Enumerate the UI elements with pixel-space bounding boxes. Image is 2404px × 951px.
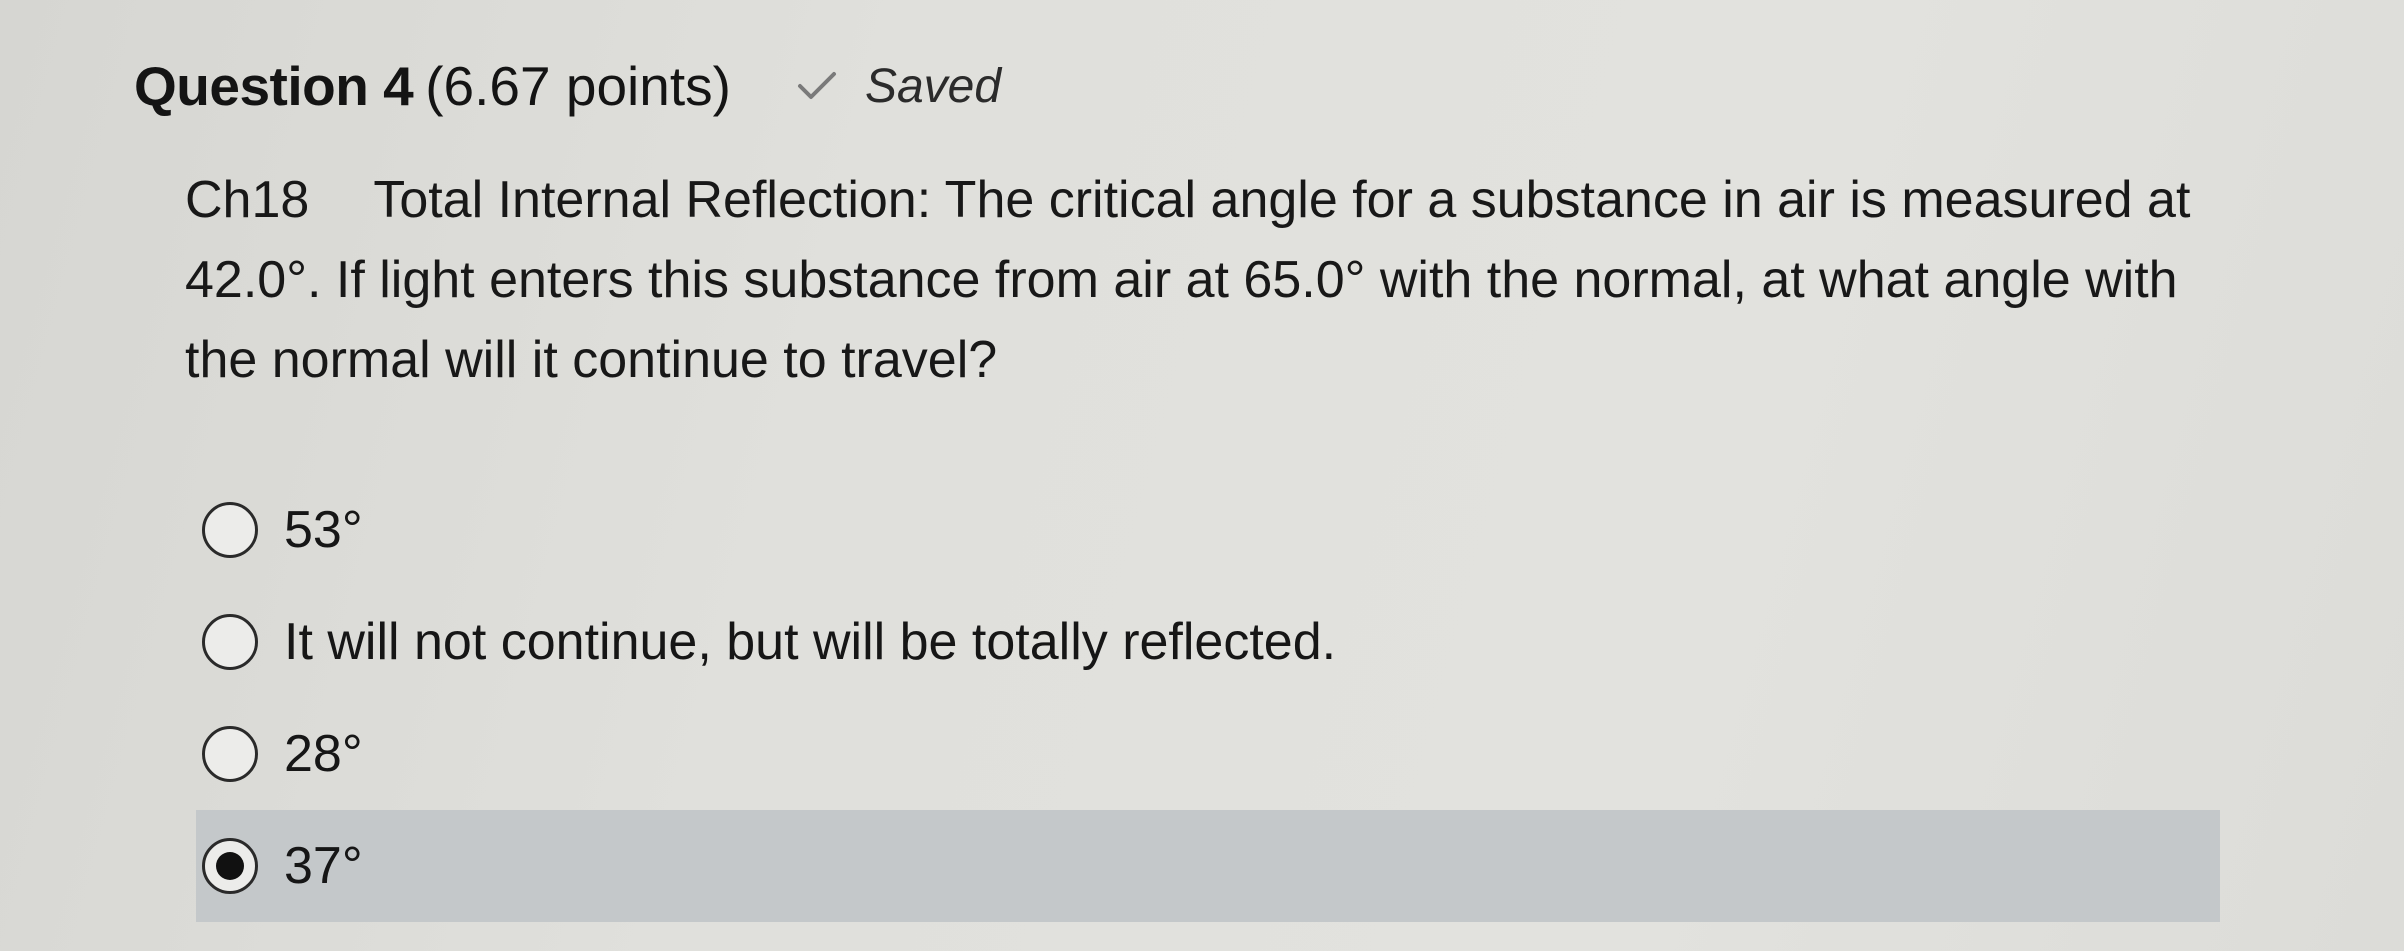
question-points: (6.67 points)	[425, 55, 731, 117]
answer-option-1[interactable]: 53°	[196, 474, 2220, 586]
question-text: Total Internal Reflection: The critical …	[185, 171, 2191, 389]
saved-label: Saved	[864, 59, 1002, 113]
question-header: Question 4 (6.67 points) Saved	[134, 46, 1001, 126]
chapter-code: Ch18	[185, 171, 310, 229]
answer-option-3[interactable]: 28°	[196, 698, 2220, 810]
answer-option-2[interactable]: It will not continue, but will be totall…	[196, 586, 2220, 698]
radio-button-selected[interactable]	[202, 838, 258, 894]
radio-button[interactable]	[202, 726, 258, 782]
radio-dot-icon	[216, 852, 244, 880]
answer-label: 28°	[284, 725, 363, 783]
answer-label: It will not continue, but will be totall…	[284, 613, 1337, 671]
saved-status: Saved	[797, 59, 1001, 114]
radio-button[interactable]	[202, 614, 258, 670]
question-prompt: Ch18 Total Internal Reflection: The criti…	[185, 160, 2245, 400]
question-title: Question 4	[134, 55, 414, 117]
answer-label: 37°	[284, 837, 363, 895]
answer-options: 53° It will not continue, but will be to…	[196, 474, 2220, 922]
answer-label: 53°	[284, 501, 363, 559]
answer-option-4-selected[interactable]: 37°	[196, 810, 2220, 922]
radio-button[interactable]	[202, 502, 258, 558]
check-icon	[797, 71, 837, 101]
